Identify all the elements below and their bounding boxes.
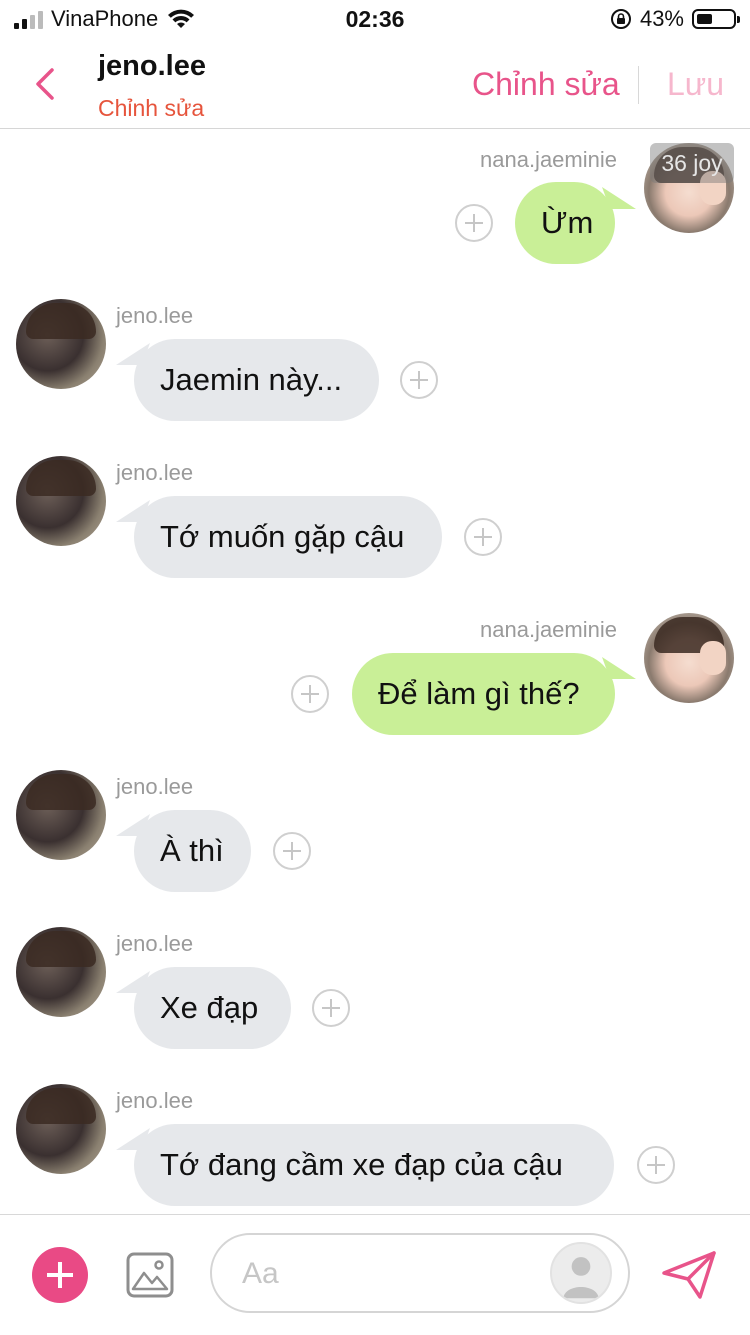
avatar[interactable] bbox=[16, 927, 106, 1017]
react-plus-icon[interactable] bbox=[637, 1146, 675, 1184]
battery-icon bbox=[692, 9, 740, 29]
status-bar: VinaPhone 02:36 43% bbox=[0, 0, 750, 40]
watermark: 36 joy bbox=[650, 143, 734, 183]
message-bubble[interactable]: Để làm gì thế? bbox=[352, 653, 615, 735]
save-button[interactable]: Lưu bbox=[667, 66, 724, 103]
sticker-avatar-icon[interactable] bbox=[550, 1242, 612, 1304]
avatar[interactable] bbox=[16, 456, 106, 546]
message-bubble[interactable]: Tớ muốn gặp cậu bbox=[134, 496, 442, 578]
send-icon[interactable] bbox=[660, 1249, 718, 1301]
image-icon[interactable] bbox=[125, 1251, 175, 1299]
react-plus-icon[interactable] bbox=[464, 518, 502, 556]
message-bubble[interactable]: Jaemin này... bbox=[134, 339, 379, 421]
avatar[interactable] bbox=[16, 770, 106, 860]
sender-name: jeno.lee bbox=[116, 1088, 194, 1113]
react-plus-icon[interactable] bbox=[312, 989, 350, 1027]
message-bubble[interactable]: Tớ đang cầm xe đạp của cậu bbox=[134, 1124, 614, 1206]
message-bubble[interactable]: Xe đạp bbox=[134, 967, 291, 1049]
sender-name: nana.jaeminie bbox=[480, 147, 617, 172]
status-right: 43% bbox=[610, 6, 740, 32]
react-plus-icon[interactable] bbox=[291, 675, 329, 713]
message-input[interactable] bbox=[240, 1235, 544, 1313]
message-list[interactable]: nana.jaeminie 36 joy Ừm jeno.lee Jaemin … bbox=[0, 129, 750, 1214]
react-plus-icon[interactable] bbox=[400, 361, 438, 399]
add-attachment-button[interactable] bbox=[32, 1247, 88, 1303]
message-bubble[interactable]: Ừm bbox=[515, 182, 615, 264]
sender-name: jeno.lee bbox=[116, 303, 194, 328]
react-plus-icon[interactable] bbox=[455, 204, 493, 242]
composer-bar bbox=[0, 1214, 750, 1335]
sender-name: jeno.lee bbox=[116, 460, 194, 485]
sender-name: jeno.lee bbox=[116, 774, 194, 799]
chat-header: jeno.lee Chỉnh sửa Chỉnh sửa Lưu bbox=[0, 40, 750, 129]
orientation-lock-icon bbox=[610, 9, 631, 29]
message-bubble[interactable]: À thì bbox=[134, 810, 251, 892]
avatar[interactable] bbox=[16, 1084, 106, 1174]
avatar[interactable] bbox=[644, 613, 734, 703]
back-button[interactable] bbox=[26, 62, 66, 106]
edit-button[interactable]: Chỉnh sửa bbox=[472, 66, 620, 103]
header-divider bbox=[638, 66, 639, 104]
react-plus-icon[interactable] bbox=[273, 832, 311, 870]
sender-name: jeno.lee bbox=[116, 931, 194, 956]
battery-percent: 43% bbox=[639, 6, 684, 31]
contact-name: jeno.lee bbox=[98, 50, 206, 82]
sender-name: nana.jaeminie bbox=[480, 617, 617, 642]
message-input-container bbox=[210, 1233, 630, 1313]
avatar[interactable] bbox=[16, 299, 106, 389]
contact-subtitle[interactable]: Chỉnh sửa bbox=[98, 95, 204, 122]
